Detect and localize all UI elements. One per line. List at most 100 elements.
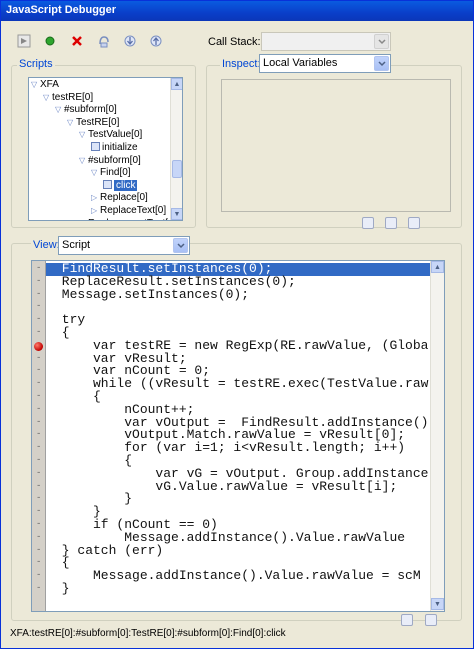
red-x-icon bbox=[71, 35, 82, 46]
green-dot-icon bbox=[45, 36, 54, 45]
expanded-icon[interactable]: ▽ bbox=[79, 155, 88, 167]
status-path: XFA:testRE[0]:#subform[0]:TestRE[0]:#sub… bbox=[10, 628, 286, 639]
scroll-down-icon[interactable]: ▼ bbox=[171, 208, 182, 220]
tree-node-label: click bbox=[114, 179, 138, 191]
expanded-icon[interactable]: ▽ bbox=[79, 129, 88, 141]
line-marker[interactable]: - bbox=[36, 481, 41, 491]
line-marker[interactable]: - bbox=[36, 519, 41, 529]
code-line: try bbox=[54, 312, 86, 328]
stop-button[interactable] bbox=[68, 32, 85, 49]
toggle-breakpoint-icon[interactable] bbox=[401, 614, 413, 626]
line-marker[interactable]: - bbox=[36, 570, 41, 580]
inspect-add-icon[interactable] bbox=[362, 217, 374, 229]
tree-node[interactable]: ▽ Find[0] bbox=[91, 167, 131, 179]
breakpoint-icon[interactable] bbox=[34, 341, 43, 351]
tree-node[interactable]: ▽ TestRE[0] bbox=[67, 117, 119, 129]
code-line: Message.addInstance().Value.rawValue = s… bbox=[54, 568, 421, 584]
view-select[interactable]: Script bbox=[58, 236, 190, 255]
tree-node-label: #subform[0] bbox=[88, 154, 141, 166]
expanded-icon[interactable]: ▽ bbox=[55, 104, 64, 116]
tree-node[interactable]: ▷ Replace[0] bbox=[91, 192, 148, 204]
window-title: JavaScript Debugger bbox=[1, 1, 473, 21]
code-line: } bbox=[54, 580, 70, 596]
line-marker[interactable]: - bbox=[36, 417, 41, 427]
script-editor[interactable]: - - - - - - - - - - - - - - - - - - - - - - - - - FindResult.set… bbox=[31, 260, 445, 612]
inspect-delete-icon[interactable] bbox=[408, 217, 420, 229]
line-marker[interactable]: - bbox=[36, 506, 41, 516]
expanded-icon[interactable]: ▽ bbox=[91, 167, 100, 179]
line-marker[interactable]: - bbox=[36, 455, 41, 465]
tree-node-label: XFA bbox=[40, 79, 59, 90]
tree-node-label: initialize bbox=[102, 142, 138, 153]
step-over-icon bbox=[98, 35, 109, 47]
expanded-icon[interactable]: ▽ bbox=[31, 79, 40, 91]
step-button[interactable] bbox=[41, 32, 58, 49]
line-marker[interactable]: - bbox=[36, 378, 41, 388]
arrow-right-icon bbox=[17, 34, 30, 47]
line-marker[interactable]: - bbox=[36, 391, 41, 401]
line-marker[interactable]: - bbox=[36, 545, 41, 555]
line-marker[interactable]: - bbox=[36, 301, 41, 311]
inspect-label: Inspect: bbox=[220, 58, 263, 70]
tree-node-label: TestRE[0] bbox=[76, 116, 120, 128]
script-icon bbox=[103, 179, 112, 189]
continue-button[interactable] bbox=[15, 32, 32, 49]
scroll-up-icon[interactable]: ▲ bbox=[171, 78, 182, 90]
step-out-button[interactable] bbox=[147, 32, 164, 49]
line-marker[interactable]: - bbox=[36, 442, 41, 452]
line-marker[interactable]: - bbox=[36, 532, 41, 542]
line-marker[interactable]: - bbox=[36, 276, 41, 286]
tree-node[interactable]: ▽ #subform[0] bbox=[79, 155, 141, 167]
tree-scrollbar[interactable]: ▲ ▼ bbox=[170, 78, 182, 220]
line-marker[interactable]: - bbox=[36, 404, 41, 414]
tree-node-label: ReplacementText[ bbox=[88, 218, 168, 220]
line-marker[interactable]: - bbox=[36, 263, 41, 273]
line-marker[interactable]: - bbox=[36, 365, 41, 375]
tree-node[interactable]: click bbox=[103, 179, 138, 192]
expanded-icon[interactable]: ▽ bbox=[43, 92, 52, 104]
view-value: Script bbox=[62, 239, 91, 251]
step-into-button[interactable] bbox=[121, 32, 138, 49]
line-marker[interactable]: - bbox=[36, 327, 41, 337]
line-marker[interactable]: - bbox=[36, 314, 41, 324]
collapsed-icon[interactable]: ▷ bbox=[91, 192, 100, 204]
callstack-select[interactable] bbox=[261, 32, 391, 51]
scroll-up-icon[interactable]: ▲ bbox=[431, 261, 444, 273]
tree-node-label: testRE[0] bbox=[52, 91, 94, 103]
scroll-down-icon[interactable]: ▼ bbox=[431, 598, 444, 610]
collapsed-icon[interactable]: ▷ bbox=[91, 205, 100, 217]
code-text: FindResult.setInstances(0); ReplaceResul… bbox=[54, 262, 429, 596]
tree-node[interactable]: ▽ #subform[0] bbox=[55, 104, 117, 116]
clear-breakpoints-icon[interactable] bbox=[425, 614, 437, 626]
step-over-button[interactable] bbox=[95, 32, 112, 49]
tree-node[interactable]: ▽ TestValue[0] bbox=[79, 129, 142, 141]
collapsed-icon[interactable]: ▷ bbox=[79, 218, 88, 220]
tree-node-label: TestValue[0] bbox=[88, 129, 143, 141]
line-marker[interactable]: - bbox=[36, 289, 41, 299]
tree-node[interactable]: ▽ XFA bbox=[31, 79, 59, 91]
line-marker[interactable]: - bbox=[36, 493, 41, 503]
code-line: } bbox=[54, 491, 133, 507]
tree-scroll-thumb[interactable] bbox=[172, 160, 182, 178]
expanded-icon[interactable]: ▽ bbox=[67, 117, 76, 129]
scripts-tree[interactable]: ▽ XFA ▽ testRE[0] ▽ #subform[0] ▽ TestRE[0] ▽ Tes… bbox=[28, 77, 183, 221]
line-marker[interactable]: - bbox=[36, 583, 41, 593]
line-marker[interactable]: - bbox=[36, 353, 41, 363]
scripts-title: Scripts bbox=[17, 58, 55, 70]
chevron-down-icon bbox=[374, 34, 389, 49]
tree-node[interactable]: ▽ testRE[0] bbox=[43, 92, 93, 104]
editor-scrollbar[interactable]: ▲ ▼ bbox=[430, 261, 444, 611]
tree-node[interactable]: ▷ ReplaceText[0] bbox=[91, 205, 166, 217]
line-marker[interactable]: - bbox=[36, 429, 41, 439]
line-marker[interactable]: - bbox=[36, 557, 41, 567]
code-line: while ((vResult = testRE.exec(TestValue.… bbox=[54, 376, 429, 392]
line-marker[interactable]: - bbox=[36, 468, 41, 478]
tree-node[interactable]: initialize bbox=[91, 142, 138, 154]
inspect-select[interactable]: Local Variables bbox=[259, 54, 391, 73]
code-line: Message.setInstances(0); bbox=[54, 286, 250, 302]
tree-node[interactable]: ▷ReplacementText[ bbox=[79, 218, 168, 220]
tree-node-label: Replace[0] bbox=[100, 192, 148, 204]
inspect-edit-icon[interactable] bbox=[385, 217, 397, 229]
step-out-icon bbox=[150, 35, 161, 46]
